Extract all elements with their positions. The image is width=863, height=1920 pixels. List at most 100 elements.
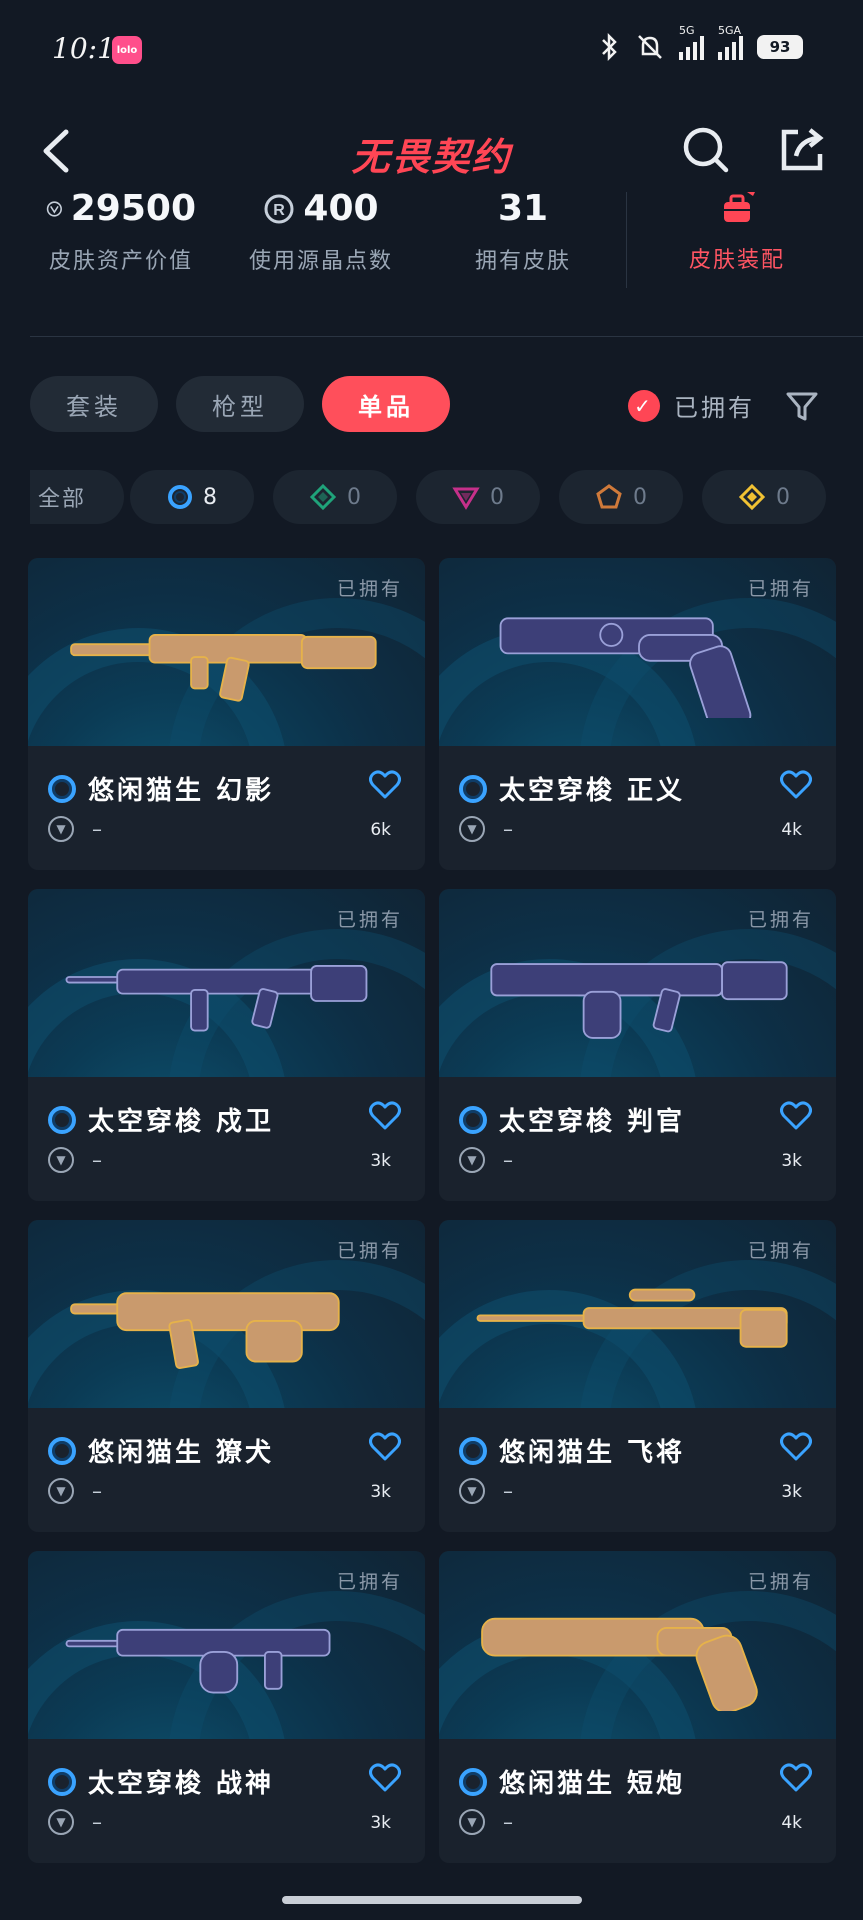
account-stats: 29500 皮肤资产价值 R 400 使用源晶点数 31 拥有皮肤 皮肤装配	[0, 188, 863, 288]
skin-title-row: 悠闲猫生 幻影	[48, 770, 274, 807]
select-tier-icon	[48, 1105, 76, 1134]
skin-price-row: ▼ –	[48, 816, 102, 842]
owned-filter-label: 已拥有	[674, 394, 755, 422]
share-icon[interactable]	[776, 124, 828, 176]
skin-price-row: ▼ –	[459, 1147, 513, 1173]
home-indicator[interactable]	[282, 1896, 582, 1904]
app-header: 无畏契约	[0, 110, 863, 190]
ultra-tier-icon	[738, 483, 766, 511]
heart-icon[interactable]	[780, 1432, 812, 1462]
skin-name: 悠闲猫生 幻影	[88, 776, 275, 806]
owned-tag: 已拥有	[747, 578, 814, 600]
stat-radianite-points: R 400 使用源晶点数	[246, 188, 396, 275]
skin-name: 太空穿梭 战神	[88, 1769, 275, 1799]
status-indicators: 5G 5GA 93	[597, 24, 803, 62]
skin-price: –	[92, 817, 102, 841]
skin-card[interactable]: 已拥有 悠闲猫生 幻影 ▼ – 6k	[28, 558, 425, 870]
skin-card[interactable]: 已拥有 悠闲猫生 飞将 ▼ – 3k	[439, 1220, 836, 1532]
skin-title-row: 太空穿梭 战神	[48, 1763, 274, 1800]
chip-all[interactable]: 全部	[30, 470, 124, 524]
favorite-count: 4k	[781, 1813, 802, 1833]
stat-value: 31	[497, 188, 549, 229]
chip-deluxe-tier[interactable]: 0	[273, 470, 397, 524]
skin-price: –	[92, 1479, 102, 1503]
skin-name: 悠闲猫生 短炮	[499, 1769, 686, 1799]
stat-value: 29500	[70, 188, 196, 229]
notification-app-icon: lolo	[112, 36, 142, 64]
skin-thumbnail: 已拥有	[28, 889, 425, 1077]
vp-currency-icon: ▼	[459, 816, 485, 842]
skin-price-row: ▼ –	[48, 1809, 102, 1835]
favorite-count: 3k	[781, 1151, 802, 1171]
chip-premium-tier[interactable]: 0	[416, 470, 540, 524]
stat-owned-skins: 31 拥有皮肤	[468, 188, 578, 275]
skin-thumbnail: 已拥有	[439, 1220, 836, 1408]
skin-card[interactable]: 已拥有悠闲猫生 短炮 ▼ – 4k	[439, 1551, 836, 1863]
heart-icon[interactable]	[369, 1101, 401, 1131]
owned-filter-toggle[interactable]: ✓ 已拥有	[628, 388, 755, 423]
skin-card[interactable]: 已拥有 太空穿梭 正义 ▼ – 4k	[439, 558, 836, 870]
skin-price: –	[503, 817, 513, 841]
heart-icon[interactable]	[780, 770, 812, 800]
tab-single-items[interactable]: 单品	[322, 376, 450, 432]
weapon-skin-image	[481, 1617, 758, 1711]
skin-thumbnail: 已拥有	[439, 558, 836, 746]
owned-tag: 已拥有	[747, 1571, 814, 1593]
skin-card[interactable]: 已拥有 太空穿梭 判官 ▼ – 3k	[439, 889, 836, 1201]
chip-ultra-tier[interactable]: 0	[702, 470, 826, 524]
stat-skin-value: 29500 皮肤资产价值	[46, 188, 196, 275]
tab-bundles[interactable]: 套装	[30, 376, 158, 432]
network-label-1: 5G	[679, 24, 695, 37]
owned-tag: 已拥有	[336, 1571, 403, 1593]
skin-card[interactable]: 已拥有 太空穿梭 戍卫 ▼ – 3k	[28, 889, 425, 1201]
filter-funnel-icon[interactable]	[782, 386, 822, 426]
heart-icon[interactable]	[369, 1432, 401, 1462]
chip-count: 0	[490, 484, 504, 510]
skin-price-row: ▼ –	[48, 1147, 102, 1173]
exclusive-tier-icon	[596, 484, 622, 509]
vp-currency-icon: ▼	[48, 1478, 74, 1504]
chip-label: 全部	[37, 487, 86, 512]
skin-title-row: 悠闲猫生 短炮	[459, 1763, 685, 1800]
heart-icon[interactable]	[369, 1763, 401, 1793]
skin-price-row: ▼ –	[459, 1809, 513, 1835]
favorite-count: 3k	[370, 1813, 391, 1833]
favorite-count: 3k	[370, 1482, 391, 1502]
chip-exclusive-tier[interactable]: 0	[559, 470, 683, 524]
skin-card[interactable]: 已拥有太空穿梭 战神 ▼ – 3k	[28, 1551, 425, 1863]
skin-thumbnail: 已拥有	[439, 889, 836, 1077]
search-icon[interactable]	[680, 124, 732, 176]
skin-card[interactable]: 已拥有 悠闲猫生 獠犬 ▼ – 3k	[28, 1220, 425, 1532]
chip-select-tier[interactable]: 8	[130, 470, 254, 524]
select-tier-icon	[459, 1767, 487, 1796]
heart-icon[interactable]	[780, 1101, 812, 1131]
tab-weapon-types[interactable]: 枪型	[176, 376, 304, 432]
select-tier-icon	[459, 1105, 487, 1134]
skin-title-row: 太空穿梭 正义	[459, 770, 685, 807]
skin-title-row: 悠闲猫生 獠犬	[48, 1432, 274, 1469]
chip-count: 0	[633, 484, 647, 510]
stat-label: 皮肤资产价值	[48, 249, 193, 274]
vp-currency-icon	[46, 200, 62, 217]
heart-icon[interactable]	[369, 770, 401, 800]
chip-count: 0	[776, 484, 790, 510]
deluxe-tier-icon	[309, 483, 337, 511]
skin-price-row: ▼ –	[459, 816, 513, 842]
skin-price: –	[92, 1148, 102, 1172]
stats-divider	[626, 192, 627, 288]
heart-icon[interactable]	[780, 1763, 812, 1793]
select-tier-icon	[48, 774, 76, 803]
bluetooth-icon	[602, 32, 617, 62]
svg-text:R: R	[274, 202, 286, 219]
select-tier-icon	[459, 774, 487, 803]
loadout-button[interactable]: 皮肤装配	[662, 188, 812, 274]
vp-currency-icon: ▼	[459, 1809, 485, 1835]
vp-currency-icon: ▼	[48, 1809, 74, 1835]
premium-tier-icon	[452, 487, 480, 510]
skin-name: 太空穿梭 正义	[499, 776, 686, 806]
skin-price: –	[503, 1148, 513, 1172]
mute-bell-icon	[638, 35, 662, 59]
stat-label: 皮肤装配	[688, 248, 785, 273]
chip-count: 8	[203, 484, 217, 510]
radianite-icon: R	[264, 194, 294, 223]
